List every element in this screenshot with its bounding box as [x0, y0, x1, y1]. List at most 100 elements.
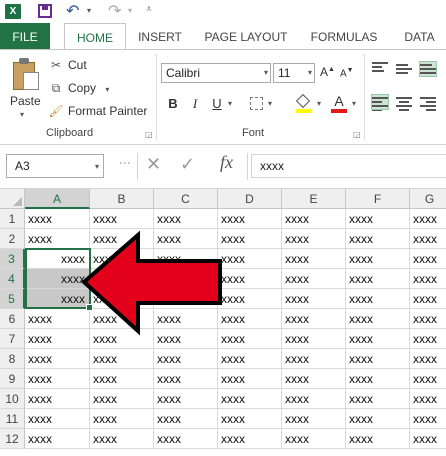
formula-input[interactable]: xxxx: [251, 154, 446, 178]
undo-icon[interactable]: ↶: [66, 1, 79, 21]
cell-f5[interactable]: xxxx: [346, 289, 410, 309]
column-header-a[interactable]: A: [25, 189, 90, 209]
cell-d6[interactable]: xxxx: [218, 309, 282, 329]
cell-f2[interactable]: xxxx: [346, 229, 410, 249]
column-header-d[interactable]: D: [218, 189, 282, 209]
align-right-icon[interactable]: [420, 95, 436, 111]
row-header-2[interactable]: 2: [0, 229, 25, 249]
column-header-c[interactable]: C: [154, 189, 218, 209]
borders-dropdown-icon[interactable]: ▾: [266, 95, 274, 113]
row-header-3[interactable]: 3: [0, 249, 25, 269]
cell-e6[interactable]: xxxx: [282, 309, 346, 329]
cell-d5[interactable]: xxxx: [218, 289, 282, 309]
cell-b2[interactable]: xxxx: [90, 229, 154, 249]
tab-page-layout[interactable]: PAGE LAYOUT: [198, 23, 294, 49]
cell-g9[interactable]: xxxx: [410, 369, 446, 389]
font-size-select[interactable]: 11 ▾: [273, 63, 315, 83]
cell-d7[interactable]: xxxx: [218, 329, 282, 349]
cell-f8[interactable]: xxxx: [346, 349, 410, 369]
cell-b4[interactable]: xxxx: [90, 269, 154, 289]
tab-home[interactable]: HOME: [64, 23, 126, 50]
align-top-icon[interactable]: [372, 60, 388, 74]
cell-b7[interactable]: xxxx: [90, 329, 154, 349]
cell-f4[interactable]: xxxx: [346, 269, 410, 289]
cell-e9[interactable]: xxxx: [282, 369, 346, 389]
cell-c11[interactable]: xxxx: [154, 409, 218, 429]
cell-c12[interactable]: xxxx: [154, 429, 218, 449]
fill-color-icon[interactable]: [295, 93, 312, 113]
format-painter-button[interactable]: 🖌 Format Painter: [48, 102, 147, 120]
row-header-9[interactable]: 9: [0, 369, 25, 389]
cell-c2[interactable]: xxxx: [154, 229, 218, 249]
shrink-font-icon[interactable]: A▼: [340, 67, 354, 79]
cell-e5[interactable]: xxxx: [282, 289, 346, 309]
cell-e2[interactable]: xxxx: [282, 229, 346, 249]
row-header-6[interactable]: 6: [0, 309, 25, 329]
align-center-icon[interactable]: [396, 95, 412, 111]
font-color-dropdown-icon[interactable]: ▾: [350, 95, 358, 113]
cell-g3[interactable]: xxxx: [410, 249, 446, 269]
cell-a6[interactable]: xxxx: [25, 309, 90, 329]
formula-bar-grip-icon[interactable]: ⋮: [118, 157, 132, 170]
paste-button-label[interactable]: Paste: [10, 94, 41, 108]
cell-a4[interactable]: xxxx: [25, 269, 90, 289]
cell-g7[interactable]: xxxx: [410, 329, 446, 349]
tab-file[interactable]: FILE: [0, 23, 50, 49]
cell-e8[interactable]: xxxx: [282, 349, 346, 369]
bold-icon[interactable]: B: [166, 95, 180, 113]
cell-d4[interactable]: xxxx: [218, 269, 282, 289]
paste-dropdown-icon[interactable]: ▾: [20, 110, 24, 119]
underline-dropdown-icon[interactable]: ▾: [226, 95, 234, 113]
paste-icon[interactable]: [11, 58, 41, 92]
cell-c3[interactable]: xxxx: [154, 249, 218, 269]
font-name-select[interactable]: Calibri ▾: [161, 63, 271, 83]
cell-a2[interactable]: xxxx: [25, 229, 90, 249]
cell-b1[interactable]: xxxx: [90, 209, 154, 229]
select-all-icon[interactable]: [0, 189, 25, 209]
undo-dropdown-icon[interactable]: ▾: [87, 6, 91, 15]
row-header-7[interactable]: 7: [0, 329, 25, 349]
cell-d2[interactable]: xxxx: [218, 229, 282, 249]
cell-c1[interactable]: xxxx: [154, 209, 218, 229]
cell-c7[interactable]: xxxx: [154, 329, 218, 349]
copy-dropdown-icon[interactable]: ▾: [105, 85, 109, 94]
cell-f11[interactable]: xxxx: [346, 409, 410, 429]
grow-font-icon[interactable]: A▲: [320, 65, 335, 79]
italic-icon[interactable]: I: [189, 95, 201, 113]
cell-e1[interactable]: xxxx: [282, 209, 346, 229]
cell-f1[interactable]: xxxx: [346, 209, 410, 229]
cell-c9[interactable]: xxxx: [154, 369, 218, 389]
cell-c6[interactable]: xxxx: [154, 309, 218, 329]
cell-g6[interactable]: xxxx: [410, 309, 446, 329]
column-header-e[interactable]: E: [282, 189, 346, 209]
save-icon[interactable]: [38, 4, 52, 18]
cell-f9[interactable]: xxxx: [346, 369, 410, 389]
row-header-5[interactable]: 5: [0, 289, 25, 309]
cell-b12[interactable]: xxxx: [90, 429, 154, 449]
cell-d12[interactable]: xxxx: [218, 429, 282, 449]
tab-formulas[interactable]: FORMULAS: [304, 23, 384, 49]
cell-b3[interactable]: xxxx: [90, 249, 154, 269]
fill-color-dropdown-icon[interactable]: ▾: [315, 95, 323, 113]
cell-e10[interactable]: xxxx: [282, 389, 346, 409]
align-middle-icon[interactable]: [396, 62, 412, 76]
font-color-icon[interactable]: A: [331, 93, 347, 113]
cell-e4[interactable]: xxxx: [282, 269, 346, 289]
cell-a3[interactable]: xxxx: [25, 249, 90, 269]
cell-g10[interactable]: xxxx: [410, 389, 446, 409]
cell-a12[interactable]: xxxx: [25, 429, 90, 449]
borders-icon[interactable]: [250, 97, 263, 110]
cell-e7[interactable]: xxxx: [282, 329, 346, 349]
redo-dropdown-icon[interactable]: ▾: [128, 6, 132, 15]
customize-qat-icon[interactable]: ⩡: [146, 4, 152, 15]
cell-c5[interactable]: xxxx: [154, 289, 218, 309]
cell-f7[interactable]: xxxx: [346, 329, 410, 349]
tab-data[interactable]: DATA: [393, 23, 446, 49]
redo-icon[interactable]: ↷: [108, 1, 121, 21]
underline-icon[interactable]: U: [211, 95, 223, 113]
cell-d10[interactable]: xxxx: [218, 389, 282, 409]
cancel-icon[interactable]: ✕: [146, 154, 161, 175]
clipboard-launcher-icon[interactable]: ◲: [145, 130, 153, 139]
cell-a11[interactable]: xxxx: [25, 409, 90, 429]
row-header-8[interactable]: 8: [0, 349, 25, 369]
